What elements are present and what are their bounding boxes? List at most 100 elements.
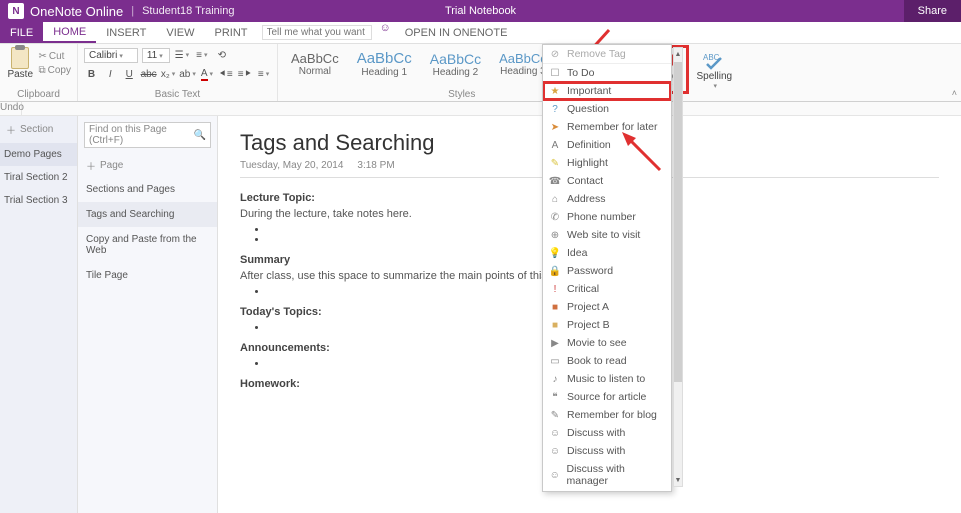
find-on-page-input[interactable]: Find on this Page (Ctrl+F) 🔍 <box>84 122 211 148</box>
tag-item-discuss-with-manager[interactable]: ☺Discuss with manager <box>543 460 671 490</box>
undo-label: Undo <box>0 102 22 115</box>
italic-button[interactable]: I <box>103 66 118 82</box>
align-button[interactable]: ≡▾ <box>256 66 271 82</box>
tag-item-icon: ? <box>549 103 561 115</box>
font-name-select[interactable]: Calibri▾ <box>84 48 138 63</box>
page-item[interactable]: Tags and Searching <box>78 202 217 227</box>
tab-view[interactable]: VIEW <box>156 22 204 43</box>
page-date: Tuesday, May 20, 2014 <box>240 160 343 171</box>
search-icon: 🔍 <box>194 130 206 141</box>
strikethrough-button[interactable]: abc <box>141 66 157 82</box>
tag-item-icon: ☎ <box>549 175 561 187</box>
page-item[interactable]: Sections and Pages <box>78 177 217 202</box>
bullets-button[interactable]: ☰▾ <box>174 47 190 63</box>
font-size-select[interactable]: 11▾ <box>142 48 170 63</box>
tag-item-icon: ☺ <box>549 445 561 457</box>
copy-icon: ⧉ <box>39 65 46 76</box>
style-heading-2[interactable]: AaBbCcHeading 2 <box>423 48 488 81</box>
tag-item-icon: ✆ <box>549 211 561 223</box>
bold-button[interactable]: B <box>84 66 99 82</box>
tag-item-remember-for-later[interactable]: ➤Remember for later <box>543 118 671 136</box>
indent-button[interactable]: ≡⯈ <box>237 66 252 82</box>
tag-item-password[interactable]: 🔒Password <box>543 262 671 280</box>
tag-item-contact[interactable]: ☎Contact <box>543 172 671 190</box>
tag-item-idea[interactable]: 💡Idea <box>543 244 671 262</box>
outdent-button[interactable]: ⯇≡ <box>218 66 233 82</box>
remove-tag-item[interactable]: ⊘ Remove Tag <box>543 45 671 64</box>
highlight-button[interactable]: ab▾ <box>180 66 196 82</box>
tab-insert[interactable]: INSERT <box>96 22 156 43</box>
tag-item-discuss-with-person-b-[interactable]: ☺Discuss with <box>543 442 671 460</box>
paste-icon <box>11 47 29 69</box>
tell-me-search[interactable] <box>262 22 372 43</box>
tag-item-phone-number[interactable]: ✆Phone number <box>543 208 671 226</box>
pages-header: Page <box>100 160 123 171</box>
scrollbar[interactable]: ▲ ▼ <box>673 47 683 487</box>
tag-item-to-do[interactable]: ☐To Do <box>543 64 671 82</box>
spelling-button[interactable]: ABC Spelling ▾ <box>691 47 739 92</box>
page-time: 3:18 PM <box>357 160 394 171</box>
scroll-down-icon[interactable]: ▼ <box>674 475 682 485</box>
clear-format-button[interactable]: ⟲ <box>214 47 230 63</box>
cut-button[interactable]: ✂Cut <box>39 51 72 62</box>
tag-item-music-to-listen-to[interactable]: ♪Music to listen to <box>543 370 671 388</box>
copy-button[interactable]: ⧉Copy <box>39 65 72 76</box>
tab-print[interactable]: PRINT <box>205 22 258 43</box>
section-item[interactable]: Trial Section 3 <box>0 189 77 212</box>
paste-button[interactable]: Paste <box>6 47 35 80</box>
tag-item-definition[interactable]: ADefinition <box>543 136 671 154</box>
tag-item-icon: ■ <box>549 301 561 313</box>
collapse-ribbon-icon[interactable]: ˄ <box>952 88 957 98</box>
share-button[interactable]: Share <box>904 0 961 22</box>
tag-item-project-b[interactable]: ■Project B <box>543 316 671 334</box>
tag-item-highlight[interactable]: ✎Highlight <box>543 154 671 172</box>
pages-panel: Find on this Page (Ctrl+F) 🔍 ＋ Page Secti… <box>78 116 218 513</box>
tag-item-web-site-to-visit[interactable]: ⊕Web site to visit <box>543 226 671 244</box>
numbering-button[interactable]: ≡▾ <box>194 47 210 63</box>
tag-item-icon: ⌂ <box>549 193 561 205</box>
page-item[interactable]: Copy and Paste from the Web <box>78 227 217 263</box>
tag-item-icon: ➤ <box>549 121 561 133</box>
chevron-down-icon: ▾ <box>159 53 163 60</box>
plus-icon[interactable]: ＋ <box>6 122 16 137</box>
tag-item-book-to-read[interactable]: ▭Book to read <box>543 352 671 370</box>
tell-me-input[interactable] <box>262 25 372 40</box>
spelling-icon: ABC <box>703 49 725 71</box>
tab-home[interactable]: HOME <box>43 22 96 43</box>
tab-file[interactable]: FILE <box>0 22 43 43</box>
scissors-icon: ✂ <box>39 51 47 62</box>
tag-item-critical[interactable]: !Critical <box>543 280 671 298</box>
style-normal[interactable]: AaBbCcNormal <box>284 48 346 80</box>
style-heading-1[interactable]: AaBbCcHeading 1 <box>350 47 419 81</box>
plus-icon[interactable]: ＋ <box>86 158 96 173</box>
main-area: ＋ Section Demo PagesTiral Section 2Trial … <box>0 116 961 513</box>
font-color-button[interactable]: A▾ <box>200 66 215 82</box>
notebook-title: Trial Notebook <box>445 5 516 17</box>
section-item[interactable]: Demo Pages <box>0 143 77 166</box>
tag-item-project-a[interactable]: ■Project A <box>543 298 671 316</box>
onenote-logo-icon: N <box>8 3 24 19</box>
tag-item-source-for-article[interactable]: ❝Source for article <box>543 388 671 406</box>
feedback-icon[interactable]: ☺ <box>380 22 391 43</box>
scroll-thumb[interactable] <box>674 62 682 382</box>
tag-item-movie-to-see[interactable]: ▶Movie to see <box>543 334 671 352</box>
tag-item-important[interactable]: ★Important <box>543 82 671 100</box>
tag-item-address[interactable]: ⌂Address <box>543 190 671 208</box>
section-header: Section <box>20 124 53 135</box>
subscript-button[interactable]: x₂▾ <box>161 66 176 82</box>
tag-item-icon: A <box>549 139 561 151</box>
open-in-onenote-button[interactable]: OPEN IN ONENOTE <box>405 22 508 43</box>
section-item[interactable]: Tiral Section 2 <box>0 166 77 189</box>
tag-item-question[interactable]: ?Question <box>543 100 671 118</box>
page-item[interactable]: Tile Page <box>78 263 217 288</box>
tag-item-send-in-email[interactable]: ✉Send in email <box>543 490 671 491</box>
clipboard-group-label: Clipboard <box>6 89 71 100</box>
tag-item-remember-for-blog[interactable]: ✎Remember for blog <box>543 406 671 424</box>
tag-item-icon: ☺ <box>549 427 561 439</box>
tag-item-discuss-with-person-a-[interactable]: ☺Discuss with <box>543 424 671 442</box>
ribbon-tabs: FILE HOME INSERT VIEW PRINT ☺ OPEN IN ON… <box>0 22 961 44</box>
scroll-up-icon[interactable]: ▲ <box>674 49 682 59</box>
app-name: OneNote Online <box>30 4 123 19</box>
underline-button[interactable]: U <box>122 66 137 82</box>
undo-strip: Undo <box>0 102 961 116</box>
